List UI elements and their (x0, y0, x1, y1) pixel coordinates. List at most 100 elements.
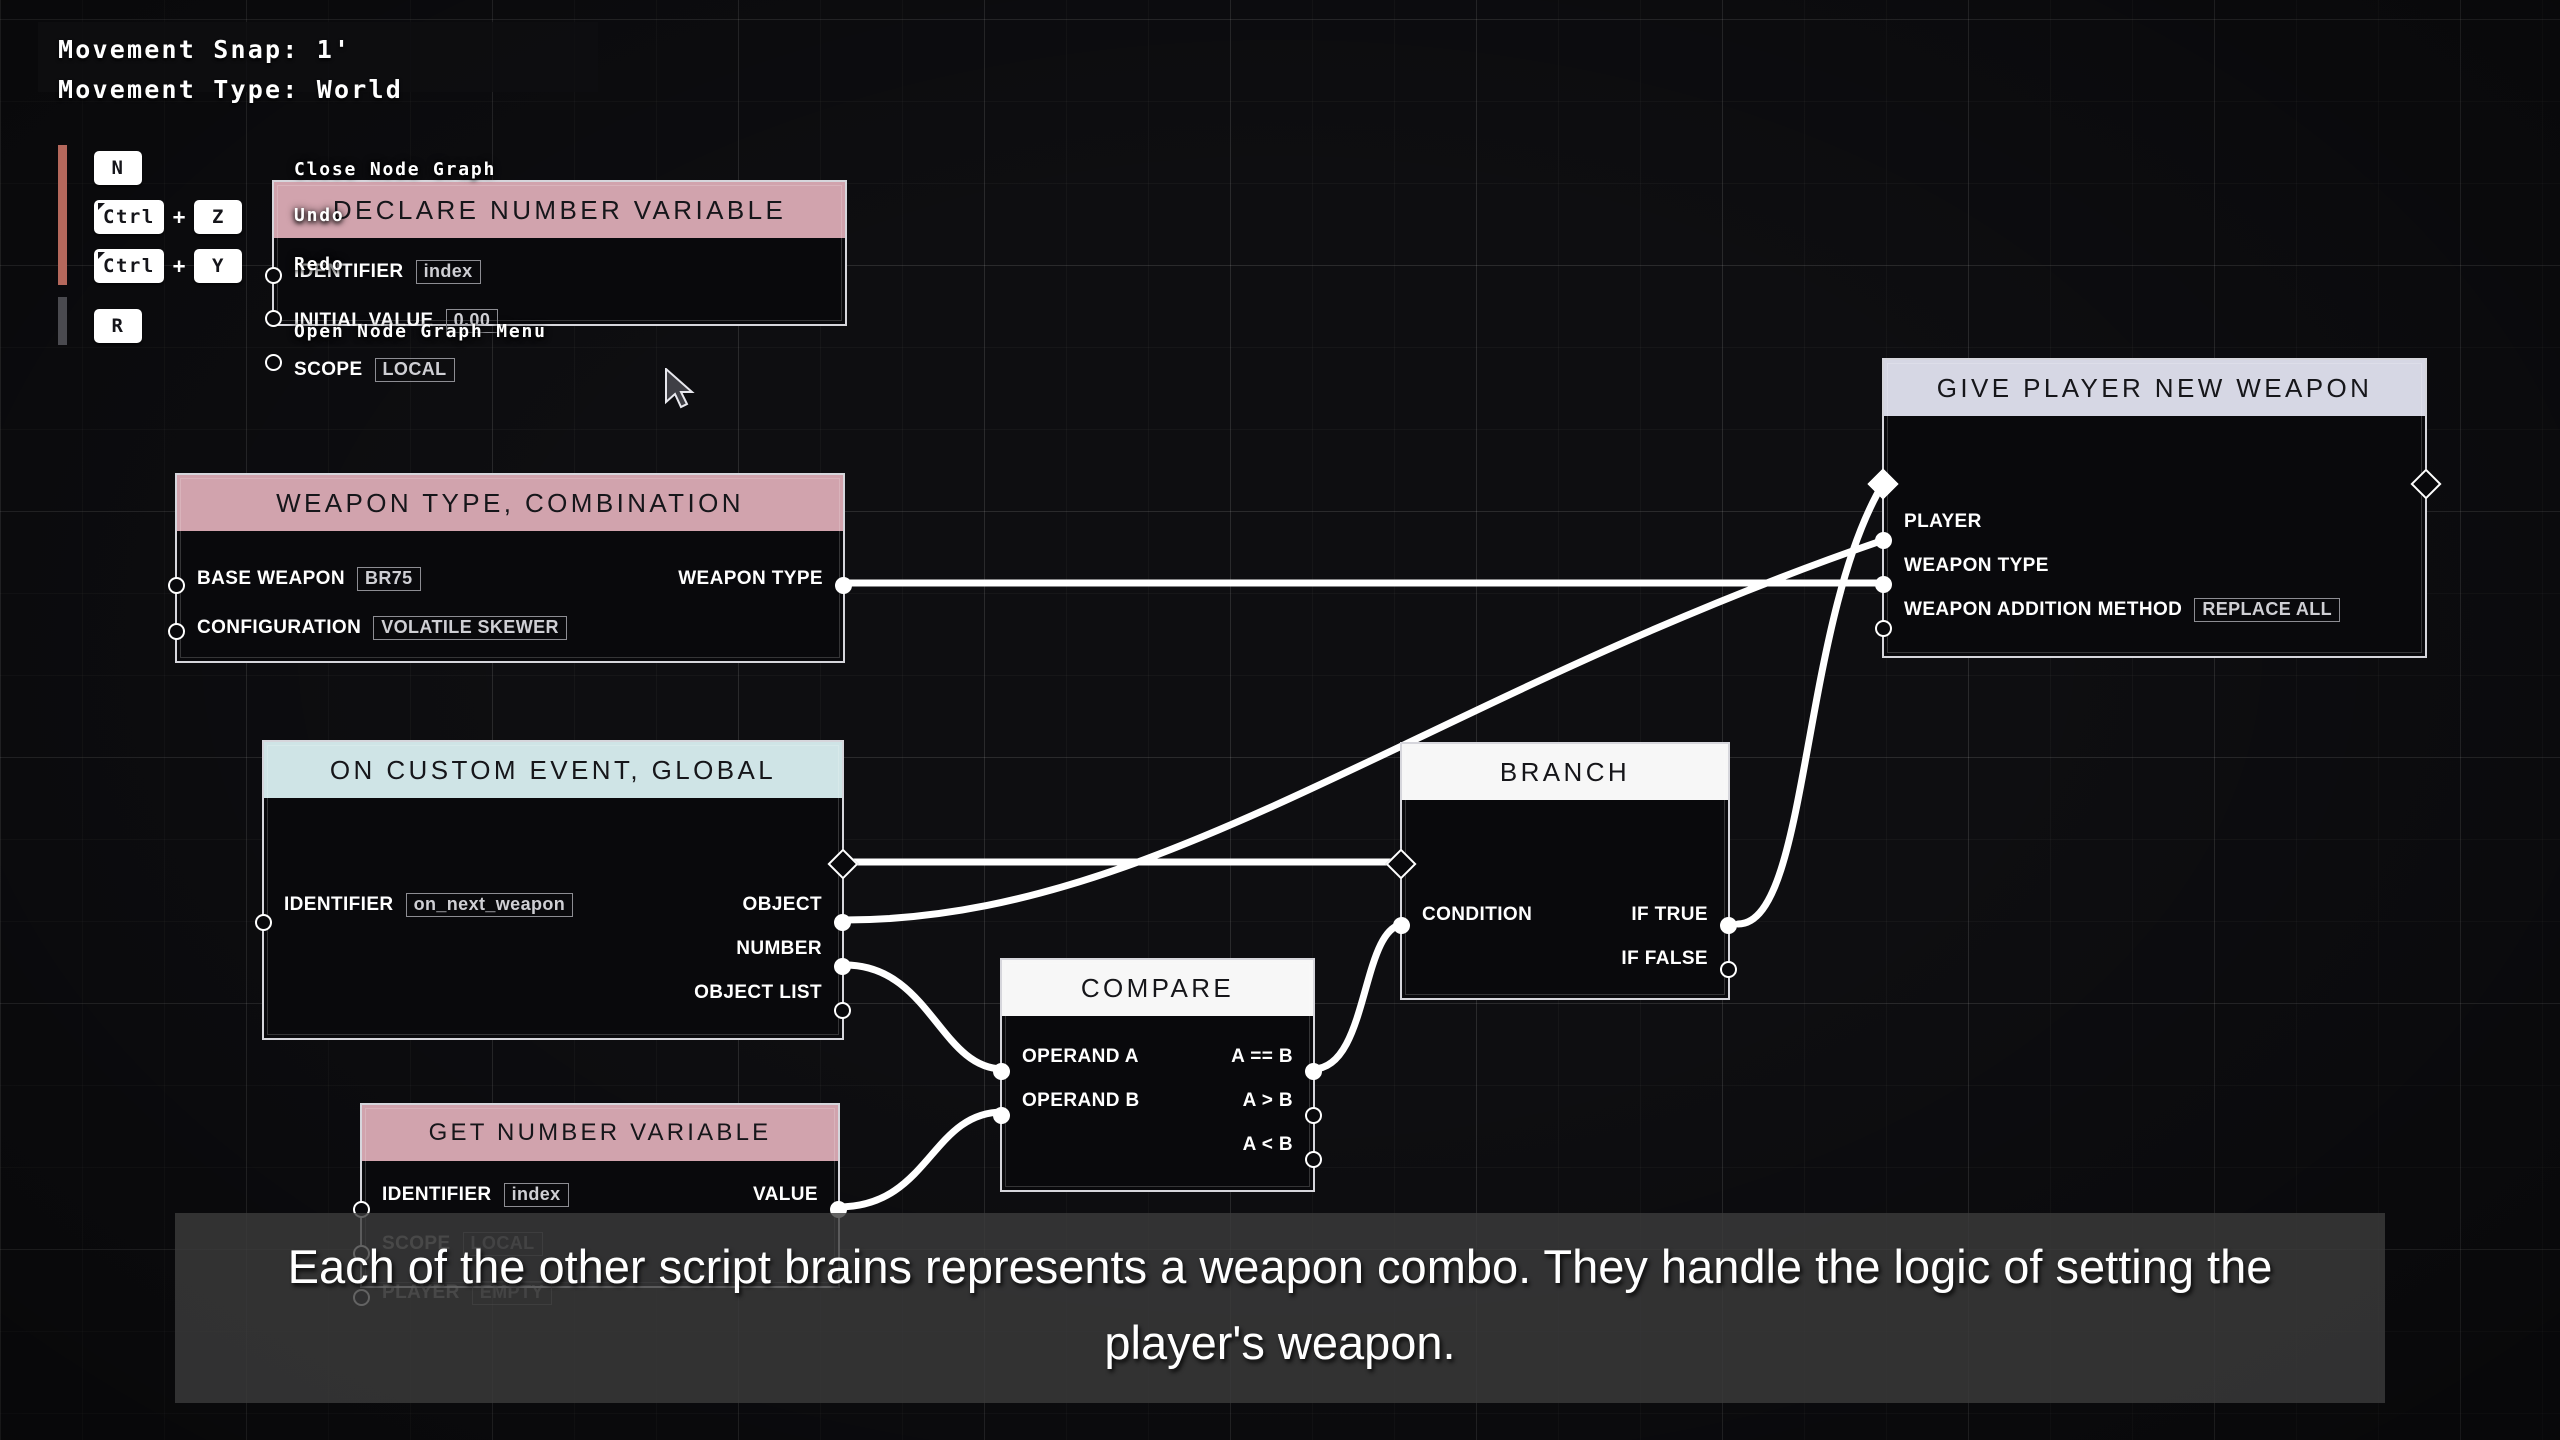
row-label: PLAYER (1904, 510, 1982, 532)
node-row[interactable]: A < B (1002, 1131, 1313, 1158)
port-object-out[interactable] (834, 914, 851, 931)
node-row[interactable]: SCOPE LOCAL (274, 356, 845, 383)
row-label: OPERAND B (1022, 1089, 1140, 1111)
port-operand-b-in[interactable] (993, 1107, 1010, 1124)
port-object-list-out[interactable] (834, 1002, 851, 1019)
legend-spacer (94, 289, 242, 303)
row-value-chip[interactable]: REPLACE ALL (2194, 597, 2341, 622)
shortcut-label-redo: Redo (294, 254, 345, 275)
mouse-pointer-icon (665, 368, 695, 409)
row-output-label: A == B (1231, 1045, 1293, 1067)
wire-value-to-operand-b (834, 1108, 1007, 1211)
node-row[interactable]: CONDITION IF TRUE (1402, 901, 1728, 928)
node-body-compare: OPERAND A A == B OPERAND B A > B A < B (1002, 1043, 1313, 1158)
key-plus-separator: + (172, 205, 186, 229)
row-label: OPERAND A (1022, 1045, 1139, 1067)
row-output-label: OBJECT (742, 893, 822, 915)
port-weapon-type-in[interactable] (1875, 576, 1892, 593)
port-identifier-in[interactable] (265, 267, 282, 284)
shortcut-row-close-node-graph: N (94, 145, 242, 191)
shortcut-row-undo: Ctrl + Z (94, 194, 243, 240)
port-exec-out[interactable] (827, 848, 859, 880)
row-output-label: OBJECT LIST (694, 981, 822, 1003)
row-value-chip[interactable]: index (503, 1182, 569, 1207)
node-row[interactable]: OPERAND B A > B (1002, 1087, 1313, 1114)
legend-accent-bar-primary (58, 145, 67, 285)
key-z: Z (194, 200, 243, 234)
key-plus-separator: + (172, 254, 186, 278)
node-compare[interactable]: COMPARE OPERAND A A == B OPERAND B A > B… (993, 958, 1322, 1192)
node-row[interactable]: BASE WEAPON BR75 WEAPON TYPE (177, 565, 843, 592)
port-base-weapon-in[interactable] (168, 577, 185, 594)
shortcut-row-open-node-graph-menu: R (94, 303, 242, 349)
port-if-true-out[interactable] (1720, 917, 1737, 934)
row-output-label: A < B (1242, 1133, 1293, 1155)
row-label: WEAPON TYPE (1904, 554, 2049, 576)
shortcut-label-open-node-graph-menu: Open Node Graph Menu (294, 321, 547, 342)
subtitle-caption-bar: Each of the other script brains represen… (175, 1213, 2385, 1403)
row-label: WEAPON ADDITION METHOD (1904, 598, 2183, 620)
row-value-chip[interactable]: VOLATILE SKEWER (373, 615, 567, 640)
port-exec-in[interactable] (1867, 468, 1899, 500)
row-value-chip[interactable]: on_next_weapon (405, 892, 574, 917)
node-declare-number-variable[interactable]: DECLARE NUMBER VARIABLE IDENTIFIER index… (265, 180, 847, 382)
port-weapon-addition-method-in[interactable] (1875, 620, 1892, 637)
port-player-in[interactable] (1875, 532, 1892, 549)
node-row[interactable]: OBJECT LIST (264, 979, 842, 1006)
node-body-on-custom-event-global: IDENTIFIER on_next_weapon OBJECT NUMBER … (264, 891, 842, 1006)
node-body-branch: CONDITION IF TRUE IF FALSE (1402, 901, 1728, 972)
port-condition-in[interactable] (1393, 917, 1410, 934)
node-title-declare-number-variable: DECLARE NUMBER VARIABLE (274, 182, 845, 238)
node-title-compare: COMPARE (1002, 960, 1313, 1016)
node-row[interactable]: OPERAND A A == B (1002, 1043, 1313, 1070)
port-scope-in[interactable] (265, 354, 282, 371)
node-title-on-custom-event-global: ON CUSTOM EVENT, GLOBAL (264, 742, 842, 798)
node-row[interactable]: WEAPON ADDITION METHOD REPLACE ALL (1884, 596, 2425, 623)
node-row[interactable]: IDENTIFIER index (274, 258, 845, 285)
row-value-chip[interactable]: LOCAL (374, 357, 455, 382)
row-value-chip[interactable]: BR75 (356, 566, 421, 591)
node-title-branch: BRANCH (1402, 744, 1728, 800)
subtitle-caption-text: Each of the other script brains represen… (287, 1240, 2273, 1369)
port-if-false-out[interactable] (1720, 961, 1737, 978)
port-a-less-b-out[interactable] (1305, 1151, 1322, 1168)
shortcut-label-close-node-graph: Close Node Graph (294, 159, 497, 180)
node-row[interactable]: CONFIGURATION VOLATILE SKEWER (177, 614, 843, 641)
node-row[interactable]: IDENTIFIER index VALUE (362, 1181, 838, 1208)
node-row[interactable]: WEAPON TYPE (1884, 552, 2425, 579)
port-weapon-type-out[interactable] (835, 577, 852, 594)
hud-movement-snap: Movement Snap: 1' (58, 35, 352, 64)
port-number-out[interactable] (834, 958, 851, 975)
node-graph-canvas[interactable]: DECLARE NUMBER VARIABLE IDENTIFIER index… (0, 0, 2560, 1440)
node-branch[interactable]: BRANCH CONDITION IF TRUE IF FALSE (1385, 742, 1737, 1000)
node-weapon-type-combination[interactable]: WEAPON TYPE, COMBINATION BASE WEAPON BR7… (168, 473, 852, 663)
node-row[interactable]: IDENTIFIER on_next_weapon OBJECT (264, 891, 842, 918)
row-output-label: VALUE (753, 1183, 818, 1205)
row-output-label: IF FALSE (1621, 947, 1708, 969)
node-give-player-new-weapon[interactable]: GIVE PLAYER NEW WEAPON PLAYER WEAPON TYP… (1867, 358, 2442, 658)
port-a-greater-b-out[interactable] (1305, 1107, 1322, 1124)
port-exec-in[interactable] (1385, 848, 1417, 880)
port-identifier-in[interactable] (255, 914, 272, 931)
node-row[interactable]: IF FALSE (1402, 945, 1728, 972)
port-exec-out[interactable] (2410, 468, 2442, 500)
port-configuration-in[interactable] (168, 623, 185, 640)
row-label: IDENTIFIER (382, 1183, 492, 1205)
shortcut-label-undo: Undo (294, 205, 345, 226)
row-output-label: WEAPON TYPE (678, 567, 823, 589)
wire-iftrue-to-giveweapon-exec (1734, 478, 1888, 928)
row-value-chip[interactable]: index (415, 259, 481, 284)
node-row[interactable]: PLAYER (1884, 508, 2425, 535)
node-body-weapon-type-combination: BASE WEAPON BR75 WEAPON TYPE CONFIGURATI… (177, 565, 843, 641)
port-a-equals-b-out[interactable] (1305, 1063, 1322, 1080)
node-title-give-player-new-weapon: GIVE PLAYER NEW WEAPON (1884, 360, 2425, 416)
hud-movement-type: Movement Type: World (58, 75, 404, 104)
node-body-give-player-new-weapon: PLAYER WEAPON TYPE WEAPON ADDITION METHO… (1884, 508, 2425, 623)
node-row[interactable]: NUMBER (264, 935, 842, 962)
row-output-label: NUMBER (736, 937, 822, 959)
node-on-custom-event-global[interactable]: ON CUSTOM EVENT, GLOBAL IDENTIFIER on_ne… (255, 740, 859, 1040)
shortcut-row-redo: Ctrl + Y (94, 243, 243, 289)
port-operand-a-in[interactable] (993, 1063, 1010, 1080)
port-initial-value-in[interactable] (265, 310, 282, 327)
node-title-get-number-variable: GET NUMBER VARIABLE (362, 1105, 838, 1161)
